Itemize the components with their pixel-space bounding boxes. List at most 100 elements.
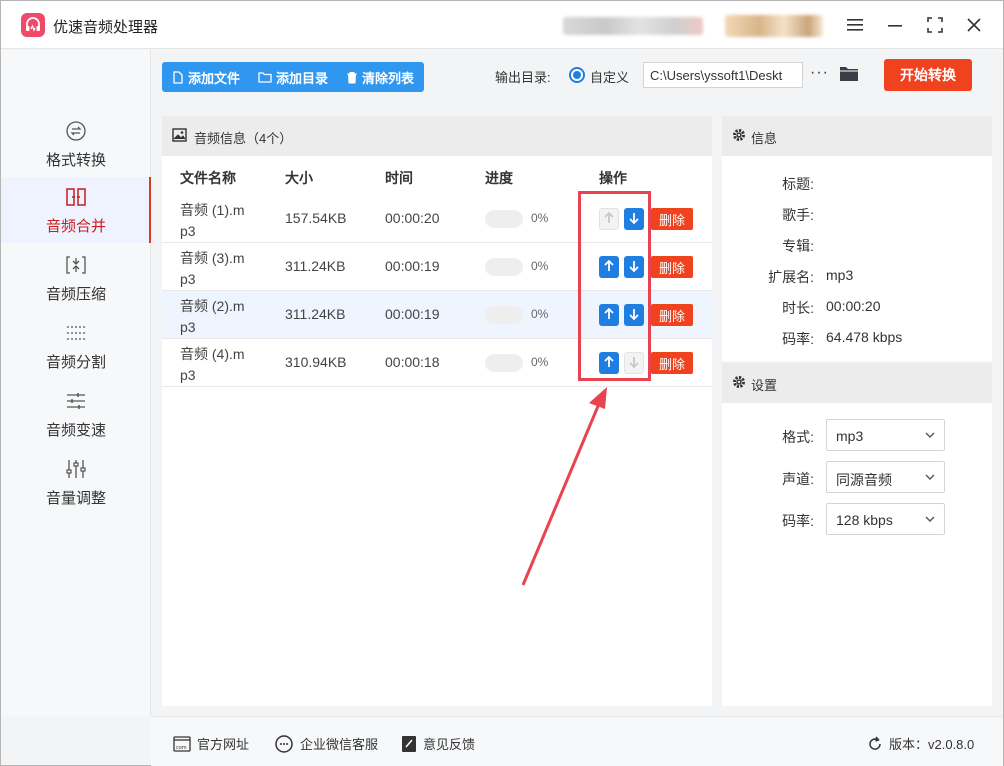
setting-label: 声道: [782, 471, 814, 487]
split-icon [67, 326, 85, 340]
blurred-avatar [725, 15, 823, 37]
version-info[interactable]: 版本：v2.0.8.0 [867, 734, 974, 753]
setting-label: 码率: [782, 513, 814, 529]
trash-icon [347, 71, 357, 83]
file-duration: 00:00:18 [385, 354, 440, 370]
file-size: 311.24KB [285, 258, 346, 274]
sidebar-item-label: 音频分割 [45, 354, 106, 371]
progress-bar [485, 210, 523, 228]
progress-bar [485, 354, 523, 372]
col-header-actions: 操作 [599, 170, 627, 186]
info-value: 64.478 kbps [826, 329, 903, 345]
app-logo-icon [21, 13, 45, 37]
file-duration: 00:00:19 [385, 258, 440, 274]
col-header-size: 大小 [285, 170, 313, 186]
volume-icon [66, 460, 86, 478]
info-value: mp3 [826, 267, 854, 283]
app-window: 优速音频处理器 格式转换 音频合并 音频压缩 音频分割 音频变速 音量调整 添加… [0, 0, 1004, 766]
wechat-service-link[interactable]: 企业微信客服 [274, 734, 378, 753]
menu-icon[interactable] [843, 13, 867, 37]
setting-select[interactable]: mp3 [826, 419, 945, 451]
info-panel-header: 信息 [722, 116, 992, 156]
folder-icon[interactable] [839, 65, 859, 82]
info-label: 歌手: [782, 207, 814, 223]
sidebar-item-audio-merge[interactable]: 音频合并 [1, 177, 151, 243]
blurred-user-info [563, 17, 703, 35]
website-link[interactable]: com 官方网址 [173, 734, 249, 753]
sidebar-item-format-convert[interactable]: 格式转换 [1, 111, 151, 177]
feedback-link[interactable]: 意见反馈 [401, 734, 475, 753]
settings-panel-header: 设置 [722, 363, 992, 403]
sidebar-item-label: 音量调整 [45, 490, 106, 507]
progress-percent: 0% [531, 211, 549, 225]
setting-select[interactable]: 同源音频 [826, 461, 945, 493]
file-size: 157.54KB [285, 210, 347, 226]
feedback-icon [402, 735, 416, 752]
info-value: 00:00:20 [826, 298, 881, 314]
close-icon[interactable] [962, 13, 986, 37]
setting-select-value: 128 kbps [836, 512, 893, 528]
progress-bar [485, 258, 523, 276]
progress-percent: 0% [531, 307, 549, 321]
feedback-label: 意见反馈 [423, 737, 476, 752]
output-dir-label: 输出目录: [495, 70, 551, 85]
settings-panel-title: 设置 [751, 378, 778, 393]
speed-icon [67, 393, 85, 409]
add-file-button[interactable]: 添加文件 [172, 62, 240, 92]
start-convert-button[interactable]: 开始转换 [884, 59, 972, 91]
clear-list-button[interactable]: 清除列表 [346, 62, 414, 92]
gear-icon [733, 129, 745, 141]
file-name: 音频 (1).m p3 [180, 202, 245, 239]
wechat-icon [275, 734, 293, 753]
sidebar-item-label: 音频合并 [45, 218, 106, 235]
col-header-progress: 进度 [485, 170, 513, 186]
merge-icon [66, 188, 86, 206]
sidebar-item-audio-split[interactable]: 音频分割 [1, 313, 151, 379]
app-title: 优速音频处理器 [53, 19, 159, 36]
setting-select[interactable]: 128 kbps [826, 503, 945, 535]
annotation-highlight-box [578, 191, 651, 381]
refresh-icon [869, 736, 881, 750]
website-label: 官方网址 [197, 737, 250, 752]
svg-text:com: com [176, 745, 187, 751]
info-panel: 信息 标题: 歌手: 专辑: 扩展名: mp3 时长: 00:00:20 码率: 64.478 … [722, 116, 992, 361]
settings-panel: 设置 格式: mp3 声道: 同源音频 码率: 128 kbps [722, 363, 992, 706]
progress-percent: 0% [531, 355, 549, 369]
file-name: 音频 (2).m p3 [180, 298, 245, 335]
file-name: 音频 (3).m p3 [180, 250, 245, 287]
delete-button[interactable]: 删除 [651, 208, 693, 230]
progress-bar [485, 306, 523, 324]
custom-radio[interactable] [569, 67, 585, 83]
sidebar-item-audio-speed[interactable]: 音频变速 [1, 381, 151, 447]
info-label: 时长: [782, 300, 814, 316]
delete-button[interactable]: 删除 [651, 352, 693, 374]
format-convert-icon [66, 121, 86, 141]
info-label: 扩展名: [768, 269, 814, 285]
file-duration: 00:00:19 [385, 306, 440, 322]
info-label: 标题: [782, 176, 814, 192]
version-label: 版本：v2.0.8.0 [889, 737, 975, 752]
sidebar-item-audio-compress[interactable]: 音频压缩 [1, 245, 151, 311]
folder-outline-icon [258, 72, 272, 83]
audio-list-title: 音频信息（4个） [194, 131, 293, 146]
delete-button[interactable]: 删除 [651, 256, 693, 278]
col-header-name: 文件名称 [180, 170, 236, 186]
file-size: 311.24KB [285, 306, 346, 322]
add-directory-button[interactable]: 添加目录 [258, 62, 328, 92]
compress-icon [66, 256, 86, 274]
sidebar: 格式转换 音频合并 音频压缩 音频分割 音频变速 音量调整 [1, 50, 151, 716]
delete-button[interactable]: 删除 [651, 304, 693, 326]
browse-more-button[interactable]: ··· [810, 64, 829, 82]
sidebar-item-volume-adjust[interactable]: 音量调整 [1, 449, 151, 515]
sidebar-item-label: 音频压缩 [45, 286, 106, 303]
sidebar-item-label: 音频变速 [45, 422, 106, 439]
add-directory-label: 添加目录 [276, 70, 329, 86]
info-panel-title: 信息 [751, 131, 778, 146]
output-path-input[interactable] [643, 62, 803, 88]
image-icon [172, 128, 187, 142]
audio-list-header: 音频信息（4个） [162, 116, 712, 156]
minimize-icon[interactable] [883, 13, 907, 37]
custom-radio-label: 自定义 [590, 70, 630, 85]
maximize-icon[interactable] [923, 13, 947, 37]
wechat-service-label: 企业微信客服 [300, 737, 379, 752]
